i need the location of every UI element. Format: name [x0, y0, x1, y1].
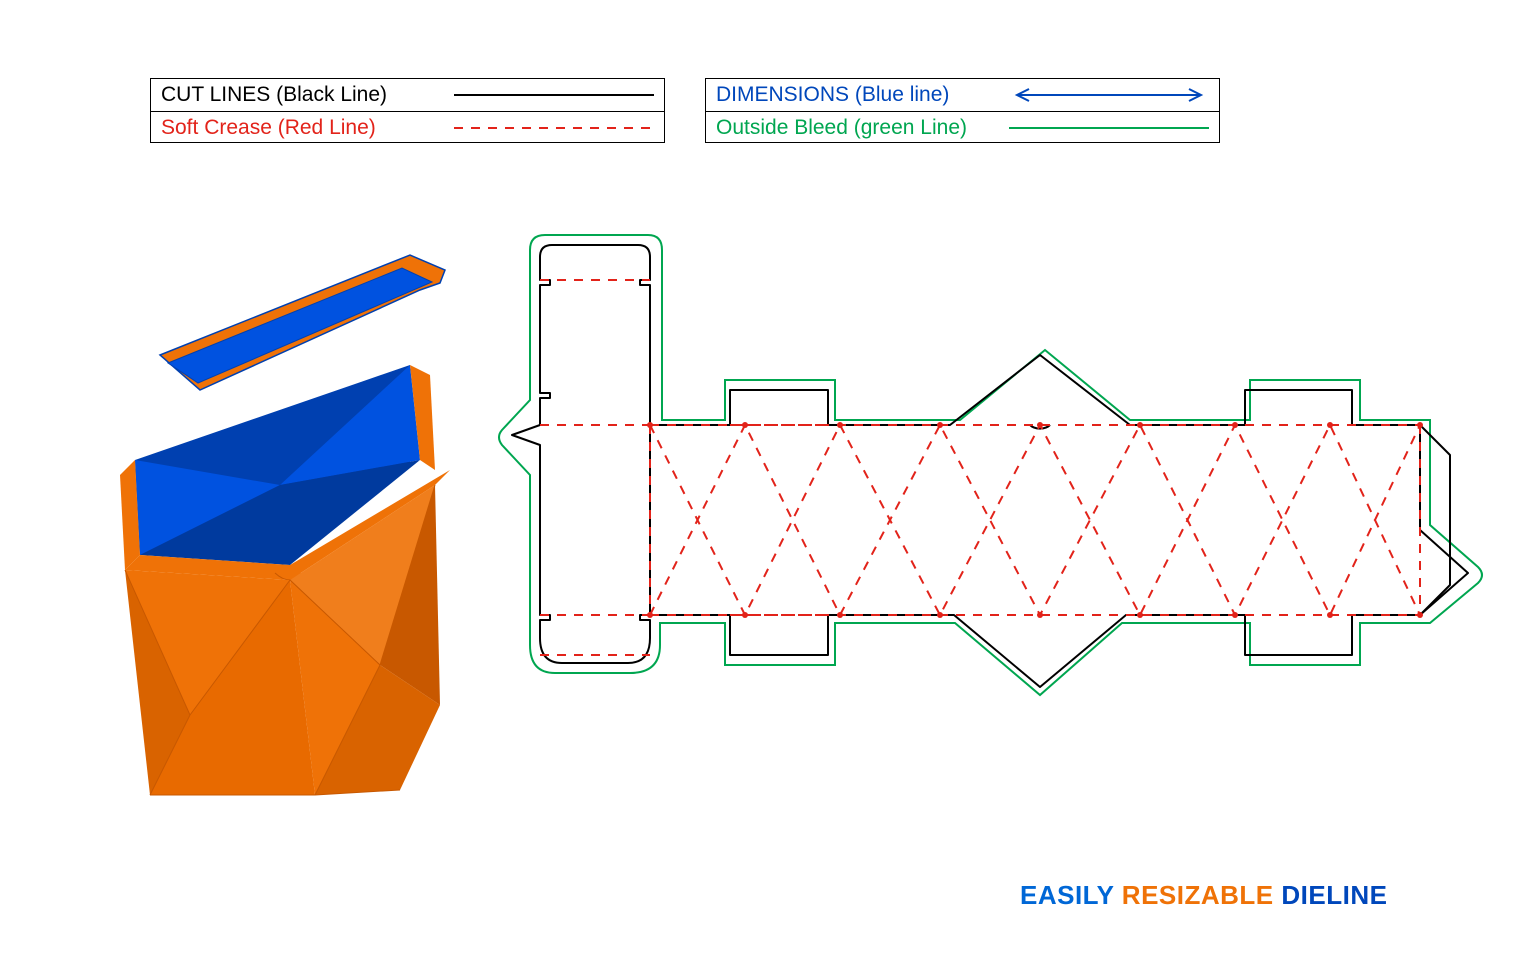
legend-row-bleed: Outside Bleed (green Line)	[706, 112, 1219, 144]
bleed-outline	[499, 235, 1482, 695]
solid-line-icon	[454, 91, 654, 99]
double-arrow-icon	[1009, 88, 1209, 102]
legend-label-cut: CUT LINES (Black Line)	[161, 83, 454, 107]
tagline-word-1: EASILY	[1020, 880, 1114, 910]
legend-label-bleed: Outside Bleed (green Line)	[716, 116, 1009, 140]
tagline-word-2: RESIZABLE	[1122, 880, 1274, 910]
crease-nodes	[647, 422, 1423, 618]
dieline-flat	[490, 225, 1490, 845]
legend-sample-dimensions	[1009, 88, 1209, 102]
dashed-line-icon	[454, 124, 654, 132]
legend-sample-cut	[454, 91, 654, 99]
legend-right: DIMENSIONS (Blue line) Outside Bleed (gr…	[705, 78, 1220, 143]
cut-lines	[512, 245, 1468, 687]
solid-green-line-icon	[1009, 124, 1209, 132]
legend-label-crease: Soft Crease (Red Line)	[161, 116, 454, 140]
legend-label-dimensions: DIMENSIONS (Blue line)	[716, 83, 1009, 107]
legend-row-cut: CUT LINES (Black Line)	[151, 79, 664, 111]
crease-lines	[540, 280, 1420, 655]
box-3d-render	[80, 235, 480, 825]
legend-sample-crease	[454, 124, 654, 132]
tagline-word-3: DIELINE	[1281, 880, 1387, 910]
box-3d-svg	[80, 235, 480, 825]
canvas: CUT LINES (Black Line) Soft Crease (Red …	[0, 0, 1535, 980]
legend-left: CUT LINES (Black Line) Soft Crease (Red …	[150, 78, 665, 143]
dieline-svg	[490, 225, 1490, 845]
legend-row-dimensions: DIMENSIONS (Blue line)	[706, 79, 1219, 111]
tagline: EASILY RESIZABLE DIELINE	[1020, 880, 1387, 911]
legend-sample-bleed	[1009, 124, 1209, 132]
lid-inner	[168, 268, 432, 383]
legend-row-crease: Soft Crease (Red Line)	[151, 112, 664, 144]
